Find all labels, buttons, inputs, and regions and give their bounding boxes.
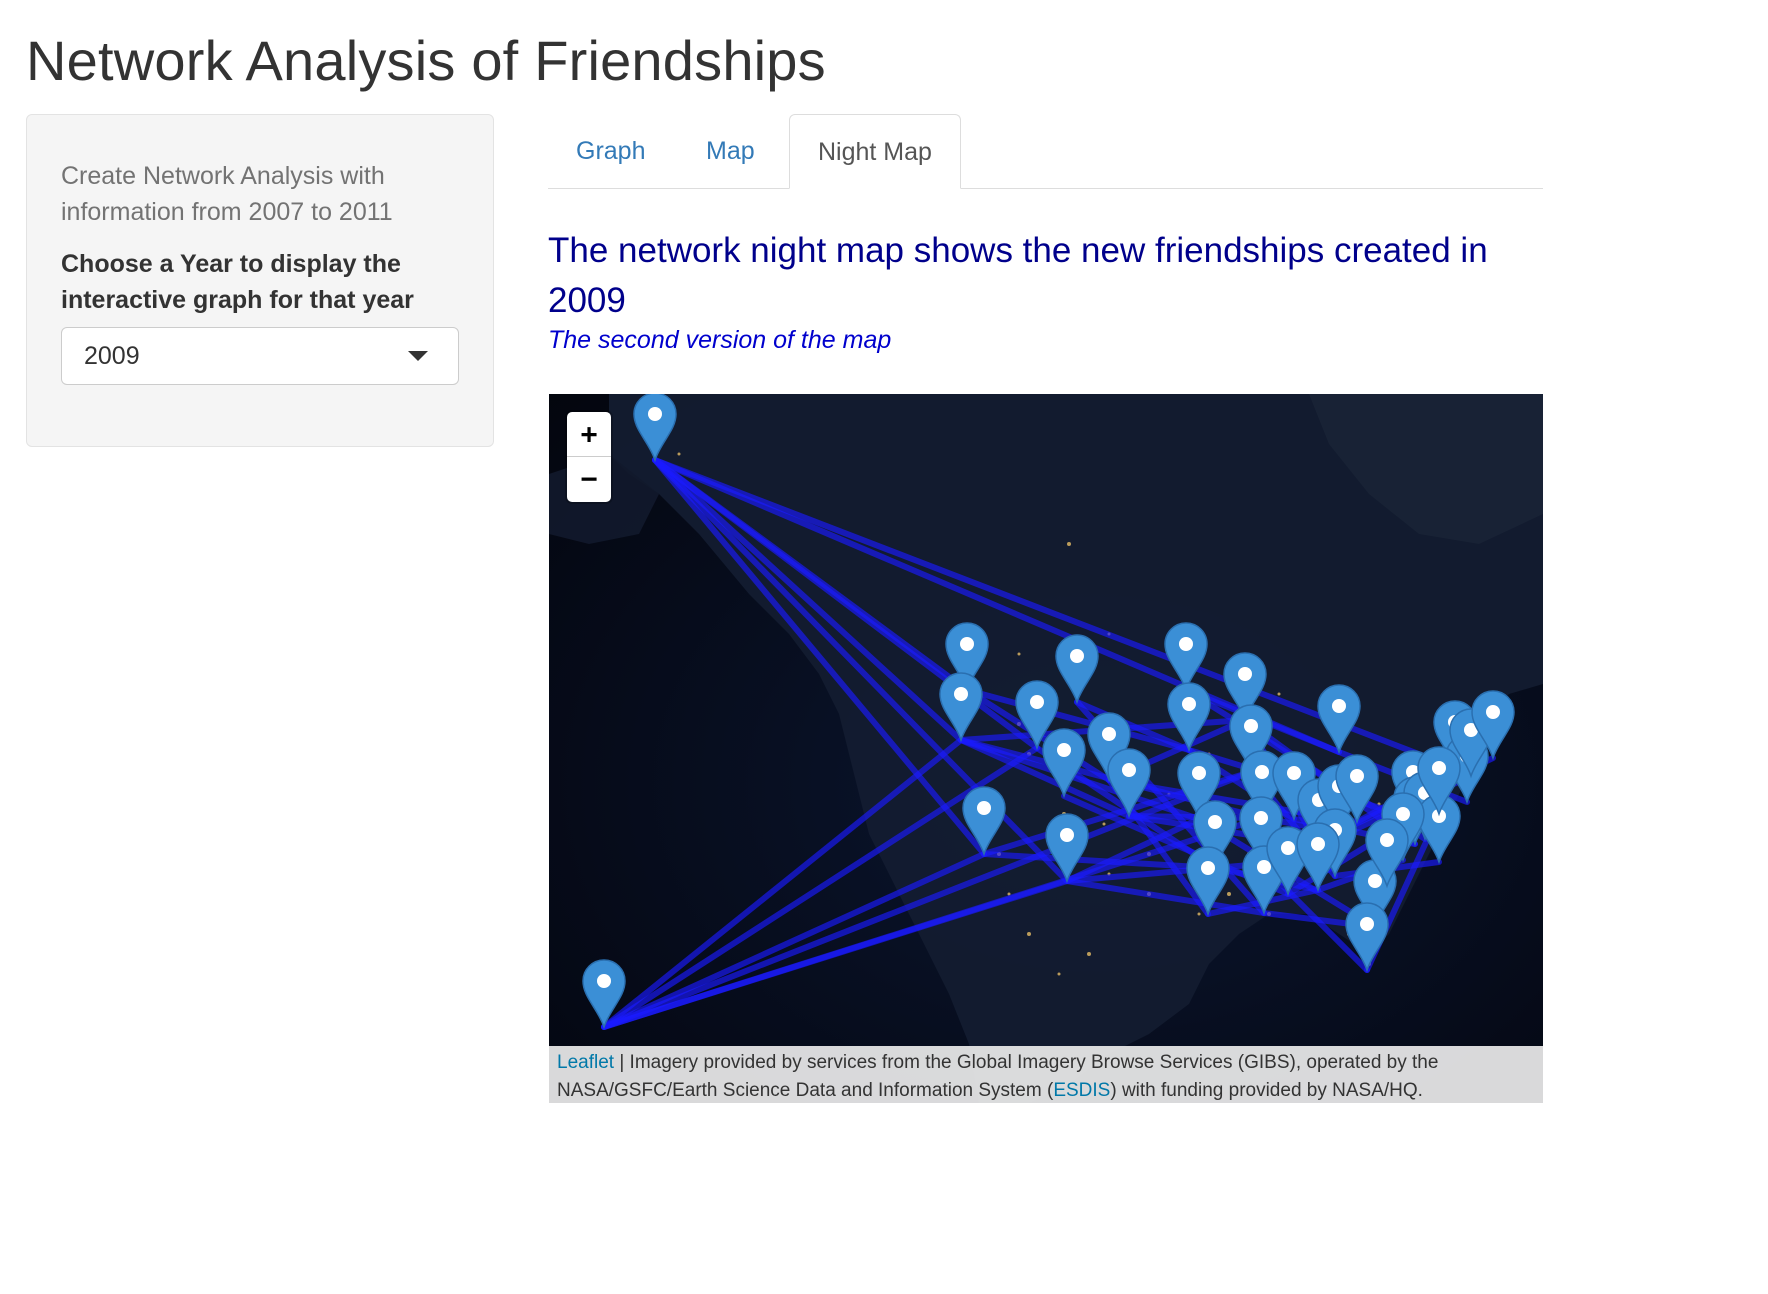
- map-marker-icon[interactable]: [962, 786, 1006, 857]
- friendship-edge: [601, 851, 987, 1030]
- zoom-in-button[interactable]: +: [567, 412, 611, 457]
- tab-graph[interactable]: Graph: [548, 114, 673, 188]
- friendship-network-layer: [582, 394, 1515, 1030]
- attribution-text-after: ) with funding provided by NASA/HQ.: [1110, 1080, 1423, 1101]
- map-marker-icon[interactable]: [1317, 684, 1361, 755]
- map-heading: The network night map shows the new frie…: [548, 231, 1488, 320]
- leaflet-link[interactable]: Leaflet: [557, 1052, 614, 1073]
- map-marker-icon[interactable]: [1042, 728, 1086, 799]
- year-select-value: 2009: [84, 342, 140, 370]
- map-marker-icon[interactable]: [1055, 634, 1099, 705]
- zoom-out-button[interactable]: −: [567, 457, 611, 501]
- map-marker-icon[interactable]: [633, 394, 677, 463]
- friendship-edge: [652, 457, 987, 857]
- friendship-edge: [601, 737, 964, 1030]
- map-marker-icon[interactable]: [1345, 902, 1389, 973]
- page-title: Network Analysis of Friendships: [26, 29, 826, 92]
- friendship-edge: [652, 457, 964, 743]
- sidebar-help-text: Create Network Analysis with information…: [61, 162, 393, 226]
- year-select[interactable]: 2009: [61, 327, 459, 385]
- sidebar-panel: Create Network Analysis with information…: [26, 114, 494, 447]
- map-attribution: Leaflet | Imagery provided by services f…: [549, 1046, 1543, 1103]
- esdis-link[interactable]: ESDIS: [1053, 1080, 1110, 1101]
- tab-bar: Graph Map Night Map: [548, 114, 1543, 189]
- tab-map[interactable]: Map: [678, 114, 783, 188]
- attribution-separator: |: [614, 1052, 630, 1073]
- year-select-label: Choose a Year to display the interactive…: [61, 250, 414, 314]
- tab-night-map[interactable]: Night Map: [789, 114, 961, 189]
- map-subtitle: The second version of the map: [548, 326, 892, 354]
- zoom-control: + −: [567, 412, 611, 502]
- night-map[interactable]: + − Leaflet | Imagery provided by servic…: [549, 394, 1543, 1103]
- caret-down-icon: [408, 351, 428, 361]
- friendship-edge: [601, 769, 1254, 1030]
